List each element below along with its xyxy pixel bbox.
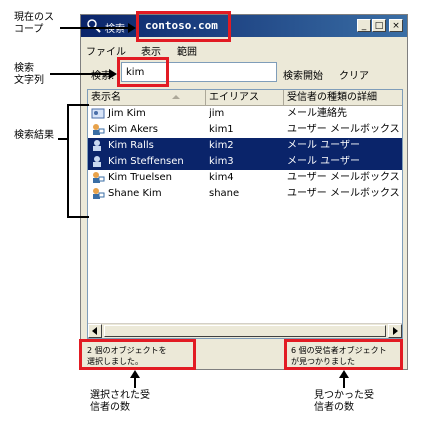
row-recipient-type: ユーザー メールボックス bbox=[287, 124, 400, 135]
row-alias: kim3 bbox=[209, 156, 234, 167]
minimize-icon: _ bbox=[361, 21, 367, 31]
row-display-name: Kim Ralls bbox=[108, 140, 154, 151]
callout-current-scope-line2: コープ bbox=[14, 24, 44, 35]
arrow-scope-icon bbox=[128, 23, 136, 33]
scroll-left-button[interactable] bbox=[88, 324, 102, 338]
table-row[interactable]: Jim Kim jim メール連絡先 bbox=[88, 106, 402, 122]
callout-search-results: 検索結果 bbox=[14, 130, 54, 142]
callout-selected-count-line1: 選択された受 bbox=[90, 390, 150, 401]
connector-search bbox=[50, 73, 110, 75]
mailbox-user-icon bbox=[93, 123, 105, 135]
bracket-results-bottom bbox=[67, 216, 89, 218]
row-display-name: Kim Akers bbox=[108, 124, 159, 135]
mailbox-user-icon bbox=[93, 187, 105, 199]
highlight-selected-status-box bbox=[79, 339, 196, 370]
list-header: 表示名 エイリアス 受信者の種類の詳細 bbox=[88, 90, 402, 106]
sort-ascending-icon bbox=[172, 95, 180, 99]
column-header-recipient-type[interactable]: 受信者の種類の詳細 bbox=[284, 90, 402, 105]
arrow-selected-icon bbox=[130, 370, 140, 378]
highlight-scope-box bbox=[136, 11, 231, 42]
connector-scope bbox=[60, 27, 128, 29]
callout-found-count: 見つかった受 信者の数 bbox=[314, 390, 374, 414]
maximize-icon: □ bbox=[374, 21, 384, 31]
callout-selected-count-line2: 信者の数 bbox=[90, 402, 130, 413]
results-list[interactable]: 表示名 エイリアス 受信者の種類の詳細 Jim Kim jim メール連絡先 K… bbox=[87, 89, 403, 339]
row-alias: jim bbox=[209, 108, 225, 119]
table-row[interactable]: Shane Kim shane ユーザー メールボックス bbox=[88, 186, 402, 202]
row-display-name: Shane Kim bbox=[108, 188, 162, 199]
table-row[interactable]: Kim Akers kim1 ユーザー メールボックス bbox=[88, 122, 402, 138]
row-recipient-type: メール ユーザー bbox=[287, 156, 360, 167]
highlight-search-box bbox=[117, 57, 169, 87]
table-row[interactable]: Kim Steffensen kim3 メール ユーザー bbox=[88, 154, 402, 170]
callout-current-scope-line1: 現在のス bbox=[14, 12, 54, 23]
callout-selected-count: 選択された受 信者の数 bbox=[90, 390, 150, 414]
menu-view[interactable]: 表示 bbox=[141, 43, 161, 58]
row-recipient-type: メール連絡先 bbox=[287, 108, 347, 119]
close-button[interactable]: × bbox=[389, 19, 403, 32]
arrow-right-icon bbox=[393, 327, 398, 335]
menu-file[interactable]: ファイル bbox=[86, 43, 126, 58]
bracket-results-top bbox=[67, 104, 89, 106]
maximize-button[interactable]: □ bbox=[372, 19, 386, 32]
callout-search-results-text: 検索結果 bbox=[14, 130, 54, 141]
column-header-display-name[interactable]: 表示名 bbox=[88, 90, 206, 105]
row-recipient-type: ユーザー メールボックス bbox=[287, 188, 400, 199]
callout-search-string: 検索 文字列 bbox=[14, 63, 44, 87]
menu-bar: ファイル 表示 範囲 bbox=[81, 40, 407, 58]
arrow-search-icon bbox=[109, 69, 117, 79]
row-alias: shane bbox=[209, 188, 240, 199]
menu-scope[interactable]: 範囲 bbox=[177, 43, 197, 58]
mailbox-user-icon bbox=[93, 171, 105, 183]
start-search-button[interactable]: 検索開始 bbox=[283, 67, 323, 82]
callout-search-string-line1: 検索 bbox=[14, 63, 34, 74]
callout-found-count-line2: 信者の数 bbox=[314, 402, 354, 413]
contact-icon bbox=[91, 108, 105, 118]
callout-found-count-line1: 見つかった受 bbox=[314, 390, 374, 401]
scrollbar-thumb[interactable] bbox=[104, 325, 386, 337]
close-icon: × bbox=[392, 21, 400, 31]
mail-user-icon bbox=[93, 155, 101, 167]
column-header-display-name-label: 表示名 bbox=[91, 92, 121, 103]
search-icon bbox=[87, 19, 101, 33]
row-alias: kim2 bbox=[209, 140, 234, 151]
mail-user-icon bbox=[93, 139, 101, 151]
bracket-results-vertical bbox=[67, 104, 69, 218]
callout-current-scope: 現在のス コープ bbox=[14, 12, 54, 36]
table-row[interactable]: Kim Truelsen kim4 ユーザー メールボックス bbox=[88, 170, 402, 186]
table-row[interactable]: Kim Ralls kim2 メール ユーザー bbox=[88, 138, 402, 154]
clear-button[interactable]: クリア bbox=[339, 67, 369, 82]
arrow-left-icon bbox=[92, 327, 97, 335]
column-header-alias-label: エイリアス bbox=[209, 92, 259, 103]
row-display-name: Kim Steffensen bbox=[108, 156, 184, 167]
row-recipient-type: メール ユーザー bbox=[287, 140, 360, 151]
callout-search-string-line2: 文字列 bbox=[14, 75, 44, 86]
column-header-alias[interactable]: エイリアス bbox=[206, 90, 284, 105]
row-alias: kim1 bbox=[209, 124, 234, 135]
column-header-recipient-type-label: 受信者の種類の詳細 bbox=[287, 92, 377, 103]
row-display-name: Jim Kim bbox=[108, 108, 146, 119]
row-recipient-type: ユーザー メールボックス bbox=[287, 172, 400, 183]
minimize-button[interactable]: _ bbox=[357, 19, 371, 32]
scroll-right-button[interactable] bbox=[388, 324, 402, 338]
row-alias: kim4 bbox=[209, 172, 234, 183]
highlight-found-status-box bbox=[284, 339, 403, 370]
horizontal-scrollbar[interactable] bbox=[88, 323, 402, 338]
row-display-name: Kim Truelsen bbox=[108, 172, 172, 183]
arrow-found-icon bbox=[339, 370, 349, 378]
